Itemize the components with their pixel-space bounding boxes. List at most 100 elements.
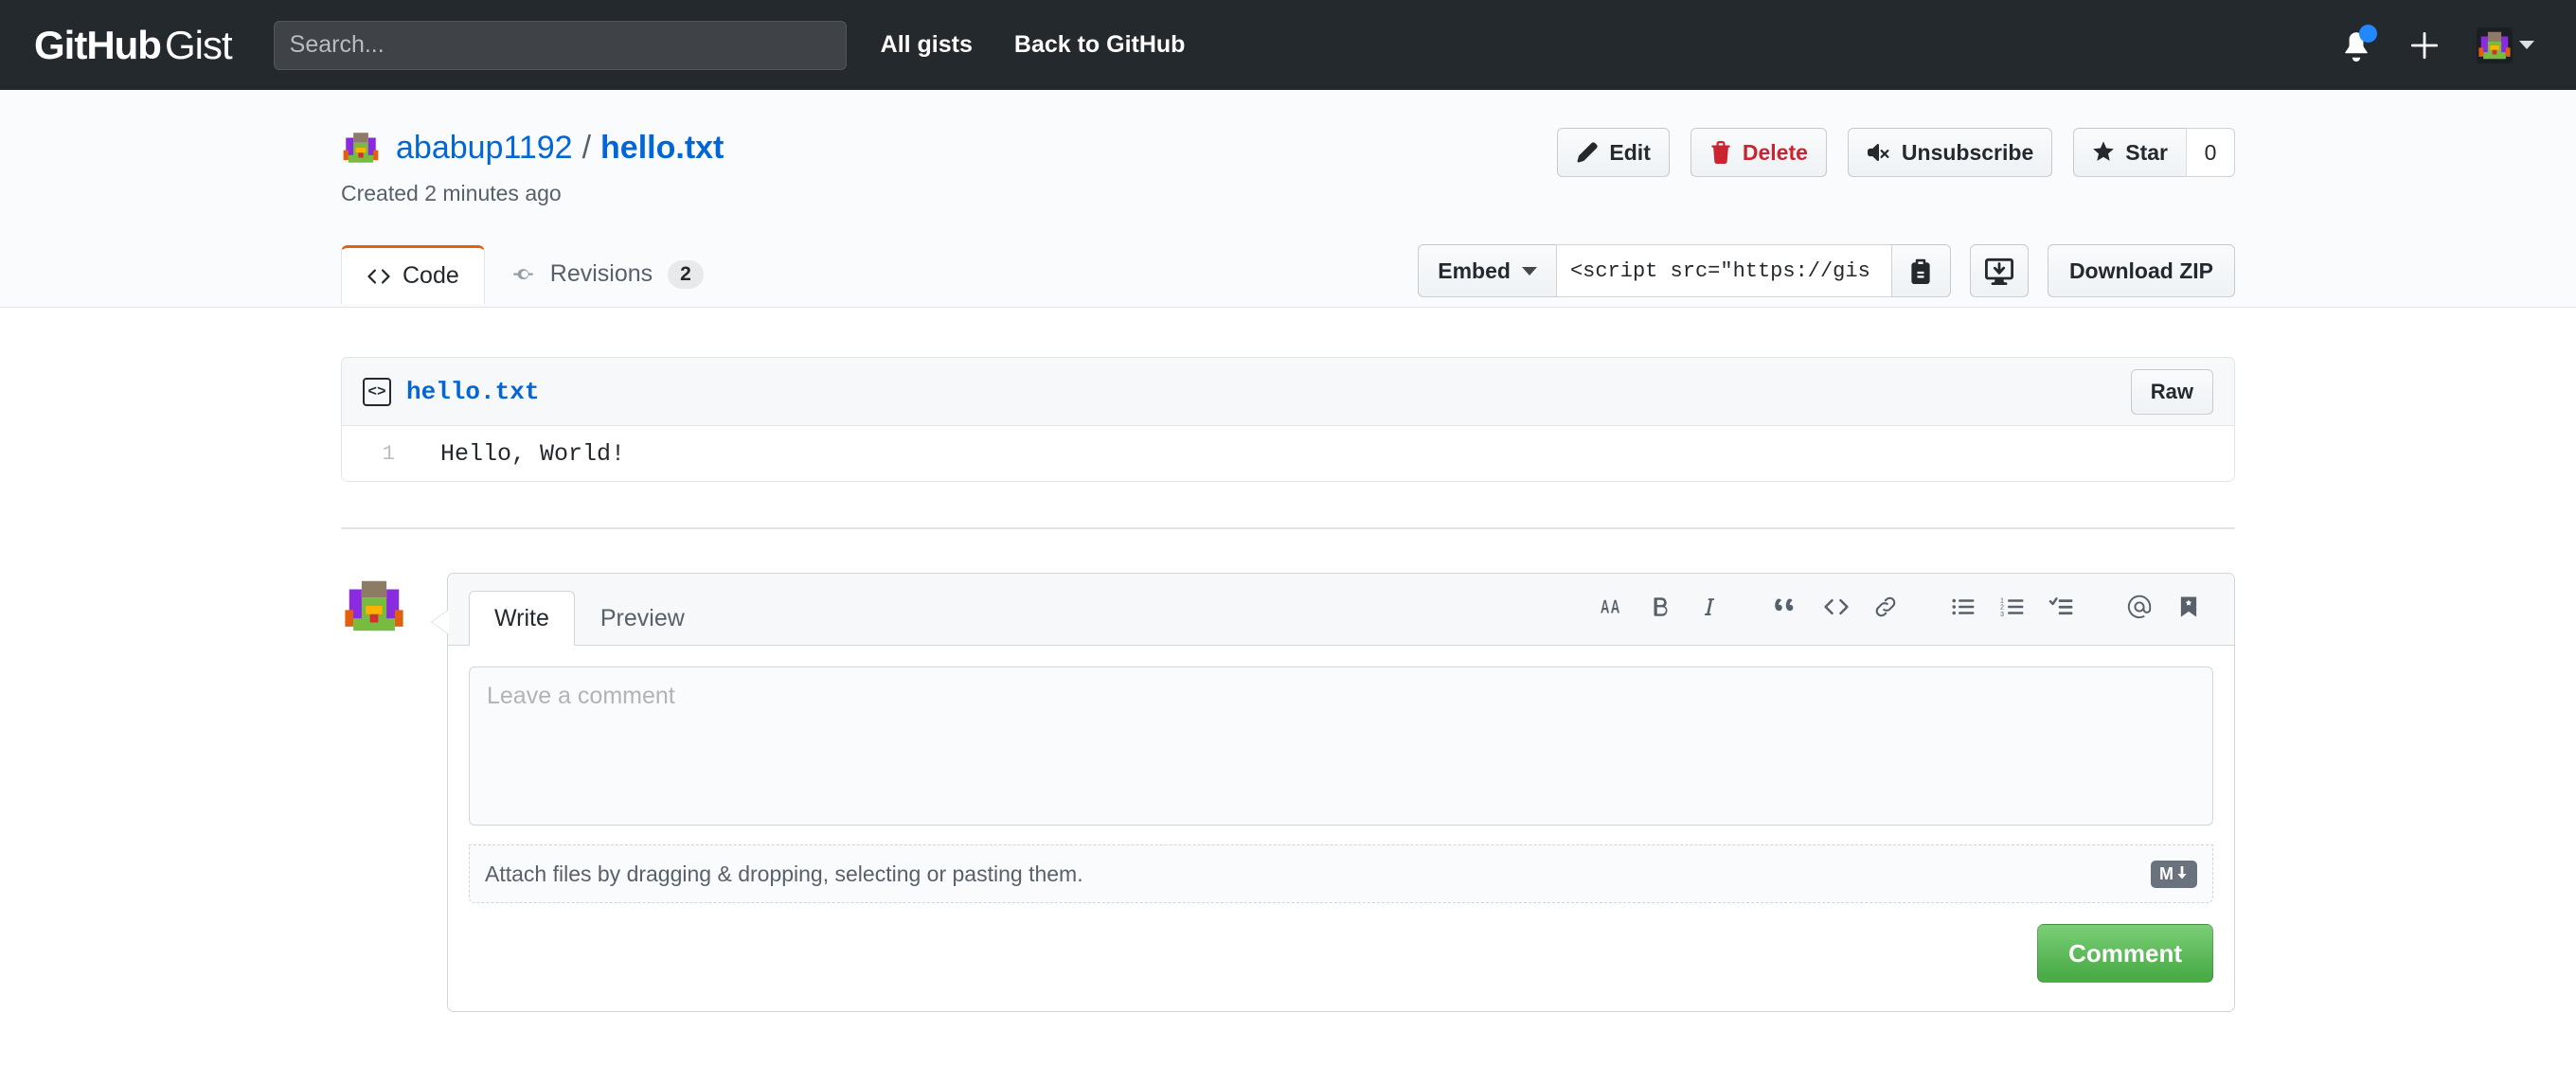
embed-url-input[interactable] (1555, 244, 1892, 297)
download-zip-label: Download ZIP (2068, 258, 2213, 283)
file-code-body: 1 Hello, World! (342, 426, 2234, 481)
delete-label: Delete (1742, 139, 1808, 165)
code-line: 1 Hello, World! (342, 426, 2234, 481)
notification-indicator-dot (2359, 24, 2377, 43)
create-new-button[interactable] (2410, 31, 2439, 60)
account-menu-button[interactable] (2477, 27, 2534, 63)
tab-preview[interactable]: Preview (575, 591, 710, 646)
attach-hint-text: Attach files by dragging & dropping, sel… (485, 861, 1083, 886)
gist-created-timestamp: Created 2 minutes ago (341, 181, 562, 205)
current-user-avatar[interactable] (341, 573, 407, 639)
markdown-badge[interactable]: M (2151, 860, 2197, 888)
markdown-toolbar: 123 (1586, 586, 2213, 645)
write-preview-tabs: Write Preview (469, 574, 710, 646)
mute-icon (1867, 144, 1889, 161)
edit-button[interactable]: Edit (1557, 128, 1670, 177)
svg-text:3: 3 (2000, 611, 2004, 618)
task-list-icon[interactable] (2037, 586, 2086, 628)
star-button[interactable]: Star (2073, 128, 2186, 177)
nav-back-to-github[interactable]: Back to GitHub (1014, 31, 1186, 59)
markdown-badge-label: M (2159, 863, 2174, 883)
header-nav: All gists Back to GitHub (881, 31, 1186, 59)
embed-select-label: Embed (1438, 258, 1511, 283)
link-icon[interactable] (1861, 586, 1910, 628)
star-icon (2093, 141, 2115, 161)
code-icon[interactable] (1812, 586, 1861, 628)
chevron-down-icon (2519, 41, 2534, 49)
gist-filename-link[interactable]: hello.txt (600, 130, 724, 167)
star-label: Star (2125, 139, 2168, 165)
copy-embed-button[interactable] (1891, 244, 1951, 297)
gist-content: <> hello.txt Raw 1 Hello, World! (341, 308, 2235, 482)
raw-button[interactable]: Raw (2130, 368, 2213, 415)
embed-controls: Embed <script src="https://gis Download … (1418, 244, 2235, 297)
gist-tabs-row: Code Revisions 2 Embed <script src="http… (341, 240, 2235, 304)
star-group: Star 0 (2073, 128, 2235, 177)
nav-all-gists[interactable]: All gists (881, 31, 973, 59)
comment-textarea[interactable] (469, 666, 2213, 826)
title-separator: / (581, 129, 592, 166)
heading-icon[interactable] (1586, 586, 1636, 628)
line-content[interactable]: Hello, World! (416, 440, 625, 468)
comment-form: Write Preview 1 2 3 Leave a comment Atta… (431, 573, 2235, 1012)
gist-logo[interactable]: GitHub Gist (34, 22, 233, 68)
file-attach-dropzone[interactable]: Attach files by dragging & dropping, sel… (469, 844, 2213, 903)
gist-tabs: Code Revisions 2 (341, 244, 729, 304)
pencil-icon (1577, 142, 1599, 163)
trash-icon (1711, 141, 1730, 164)
tab-write[interactable]: Write (469, 591, 575, 646)
mention-icon[interactable] (2115, 586, 2164, 628)
tab-revisions[interactable]: Revisions 2 (485, 244, 729, 303)
quote-icon[interactable] (1762, 586, 1812, 628)
tab-code[interactable]: Code (341, 245, 485, 304)
logo-github-text: GitHub (34, 22, 162, 67)
chevron-down-icon (1521, 266, 1537, 275)
bold-icon[interactable] (1636, 586, 1685, 628)
gist-title-row: ababup1192 / hello.txt Created 2 minutes… (341, 128, 2235, 206)
desktop-download-icon (1984, 258, 2013, 285)
notifications-button[interactable] (2340, 24, 2377, 63)
embed-select-button[interactable]: Embed (1418, 244, 1556, 297)
header-right-actions (2340, 24, 2542, 63)
file-name-link[interactable]: hello.txt (406, 378, 539, 406)
line-number: 1 (382, 441, 395, 466)
comment-form-footer: Comment (448, 924, 2234, 1011)
comment-form-body (448, 646, 2234, 852)
owner-avatar[interactable] (341, 128, 381, 168)
logo-gist-text: Gist (164, 22, 233, 67)
code-icon (367, 268, 390, 284)
code-file-icon: <> (363, 377, 391, 406)
git-commit-icon (512, 268, 533, 279)
tab-preview-label: Preview (599, 604, 685, 631)
embed-select-group: Embed (1418, 244, 1951, 297)
tab-code-label: Code (402, 262, 459, 289)
search-input[interactable] (273, 20, 847, 70)
saved-reply-icon[interactable] (2164, 586, 2213, 628)
edit-label: Edit (1609, 139, 1651, 165)
star-count[interactable]: 0 (2186, 128, 2235, 177)
gist-actions: Edit Delete Unsubscribe Star 0 (1557, 128, 2235, 177)
file-box: <> hello.txt Raw 1 Hello, World! (341, 357, 2235, 482)
plus-icon (2410, 31, 2439, 59)
italic-icon[interactable] (1685, 586, 1734, 628)
submit-comment-button[interactable]: Comment (2037, 924, 2213, 983)
arrow-down-icon (2177, 866, 2187, 879)
tab-revisions-label: Revisions (549, 260, 653, 287)
ordered-list-icon[interactable]: 123 (1988, 586, 2037, 628)
gist-owner-link[interactable]: ababup1192 (396, 130, 573, 167)
revisions-count-badge: 2 (668, 259, 704, 289)
unsubscribe-label: Unsubscribe (1901, 139, 2034, 165)
file-header: <> hello.txt Raw (342, 358, 2234, 426)
comment-form-zone: Write Preview 1 2 3 Leave a comment Atta… (341, 529, 2235, 1012)
unordered-list-icon[interactable] (1939, 586, 1988, 628)
delete-button[interactable]: Delete (1690, 128, 1827, 177)
raw-label: Raw (2150, 379, 2193, 403)
clipboard-copy-icon (1911, 258, 1931, 284)
gist-header: ababup1192 / hello.txt Created 2 minutes… (0, 90, 2576, 308)
unsubscribe-button[interactable]: Unsubscribe (1847, 128, 2053, 177)
comment-form-header: Write Preview 1 2 3 (448, 574, 2234, 646)
avatar (2477, 27, 2513, 63)
page-title: ababup1192 / hello.txt (341, 128, 724, 168)
desktop-download-button[interactable] (1969, 244, 2029, 297)
download-zip-button[interactable]: Download ZIP (2047, 244, 2235, 297)
